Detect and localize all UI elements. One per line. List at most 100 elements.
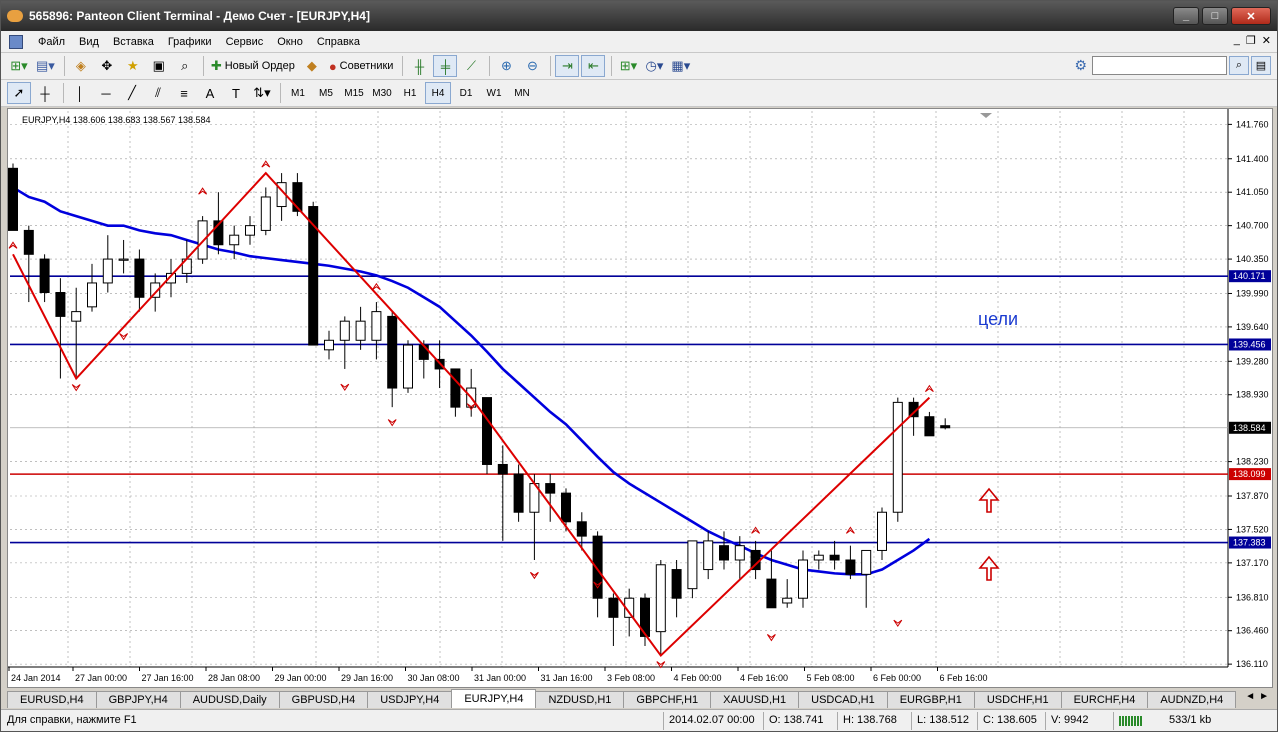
chart-tab[interactable]: AUDNZD,H4	[1147, 691, 1237, 708]
chart-tab[interactable]: EURUSD,H4	[7, 691, 97, 708]
chart-tab[interactable]: GBPJPY,H4	[95, 691, 181, 708]
chart-tab[interactable]: NZDUSD,H1	[535, 691, 625, 708]
candle-body	[371, 311, 382, 341]
tester-button[interactable]: ⌕	[173, 55, 197, 77]
chart-tab[interactable]: USDCHF,H1	[973, 691, 1062, 708]
text-tool[interactable]: A	[198, 82, 222, 104]
timeframe-m1[interactable]: M1	[285, 82, 311, 104]
chart-tab[interactable]: GBPUSD,H4	[278, 691, 369, 708]
timeframe-h4[interactable]: H4	[425, 82, 451, 104]
channel-tool[interactable]: ⫽	[146, 82, 170, 104]
candle-body	[387, 315, 398, 389]
candle	[245, 216, 255, 245]
label-tool[interactable]: T	[224, 82, 248, 104]
chart-tab[interactable]: EURJPY,H4	[451, 689, 537, 708]
chart-tab[interactable]: USDJPY,H4	[367, 691, 453, 708]
candle-body	[703, 540, 714, 571]
menu-tools[interactable]: Сервис	[219, 36, 271, 48]
chart-tab[interactable]: XAUUSD,H1	[710, 691, 800, 708]
zoom-in-icon: ⊕	[500, 58, 512, 73]
timeframe-m15[interactable]: M15	[341, 82, 367, 104]
tab-scroll-left-icon[interactable]: ◄	[1245, 691, 1255, 702]
tab-scroll-controls[interactable]: ◄ ►	[1245, 691, 1269, 702]
candle	[861, 549, 872, 608]
horizontal-line-tool[interactable]: ─	[94, 82, 118, 104]
menu-insert[interactable]: Вставка	[106, 36, 161, 48]
menu-help[interactable]: Справка	[310, 36, 367, 48]
timeframe-d1[interactable]: D1	[453, 82, 479, 104]
chart-window[interactable]: 141.760 141.400 141.050 140.700 140.350 139.9…	[7, 108, 1273, 688]
data-window-button[interactable]: ✥	[95, 55, 119, 77]
new-chart-button[interactable]: ⊞▾	[7, 55, 31, 77]
close-button[interactable]: ✕	[1231, 7, 1271, 25]
chart-tab[interactable]: GBPCHF,H1	[623, 691, 712, 708]
candle-body	[8, 167, 18, 231]
new-order-button[interactable]: ✚ Новый Ордер	[208, 55, 298, 77]
autoscroll-icon: ⇥	[561, 58, 573, 73]
maximize-button[interactable]: □	[1202, 7, 1228, 25]
status-help: Для справки, нажмите F1	[7, 714, 137, 726]
chart-tab[interactable]: EURCHF,H4	[1060, 691, 1149, 708]
timeframe-m5[interactable]: M5	[313, 82, 339, 104]
app-logo-icon	[7, 10, 23, 22]
gear-icon[interactable]: ⚙	[1074, 57, 1087, 74]
metaeditor-button[interactable]: ◆	[300, 55, 324, 77]
mailbox-button[interactable]: ▤	[1251, 56, 1271, 75]
bar-chart-button[interactable]: ╫	[407, 55, 431, 77]
status-high: H: 138.768	[843, 714, 897, 726]
chart-tab[interactable]: EURGBP,H1	[886, 691, 975, 708]
price-tick-label: 136.460	[1236, 626, 1269, 636]
market-watch-button[interactable]: ◈	[69, 55, 93, 77]
mdi-restore-button[interactable]: ❐	[1246, 34, 1256, 47]
chart-grid	[8, 109, 1229, 668]
chart-tab[interactable]: USDCAD,H1	[798, 691, 888, 708]
candle-chart-button[interactable]: ╪	[433, 55, 458, 77]
price-tick-label: 139.280	[1236, 356, 1269, 366]
mdi-close-button[interactable]: ✕	[1262, 34, 1271, 47]
menu-window[interactable]: Окно	[270, 36, 310, 48]
chart-shift-button[interactable]: ⇤	[581, 55, 606, 77]
crosshair-tool[interactable]: ┼	[33, 82, 57, 104]
search-button[interactable]: ⌕	[1229, 56, 1249, 75]
terminal-button[interactable]: ▣	[147, 55, 171, 77]
bar-chart-icon: ╫	[414, 58, 425, 74]
profiles-button[interactable]: ▤▾	[33, 55, 58, 77]
menu-bar: Файл Вид Вставка Графики Сервис Окно Спр…	[1, 31, 1277, 53]
price-axis: 141.760 141.400 141.050 140.700 140.350 139.9…	[1228, 119, 1271, 669]
vertical-line-tool[interactable]: │	[68, 82, 92, 104]
menu-view[interactable]: Вид	[72, 36, 106, 48]
periods-button[interactable]: ◷▾	[642, 55, 666, 77]
mdi-minimize-button[interactable]: _	[1234, 34, 1240, 47]
templates-button[interactable]: ▦▾	[668, 55, 693, 77]
time-tick-label: 29 Jan 16:00	[341, 673, 393, 683]
minimize-button[interactable]: _	[1173, 7, 1199, 25]
menu-file[interactable]: Файл	[31, 36, 72, 48]
shift-marker-icon	[980, 113, 992, 118]
chart-window-icon[interactable]	[9, 34, 23, 49]
chart-tab[interactable]: AUDUSD,Daily	[179, 691, 280, 708]
search-input[interactable]	[1092, 56, 1227, 75]
trendline-tool[interactable]: ╱	[120, 82, 144, 104]
arrows-tool[interactable]: ⇅▾	[250, 82, 274, 104]
fibo-tool[interactable]: ≡	[172, 82, 196, 104]
zoom-out-button[interactable]: ⊖	[520, 55, 544, 77]
chart-header: EURJPY,H4 138.606 138.683 138.567 138.58…	[22, 115, 211, 125]
line-chart-button[interactable]: ⟋	[459, 55, 483, 77]
zoom-in-button[interactable]: ⊕	[494, 55, 518, 77]
timeframe-h1[interactable]: H1	[397, 82, 423, 104]
toolbar-separator	[402, 56, 404, 76]
tab-scroll-right-icon[interactable]: ►	[1259, 691, 1269, 702]
navigator-button[interactable]: ★	[121, 55, 145, 77]
indicators-button[interactable]: ⊞▾	[616, 55, 640, 77]
timeframe-mn[interactable]: MN	[509, 82, 535, 104]
toolbar-separator	[63, 83, 64, 103]
candle	[39, 254, 50, 303]
advisors-button[interactable]: ● Советники	[326, 55, 397, 77]
timeframe-m30[interactable]: M30	[369, 82, 395, 104]
cursor-tool[interactable]: ➚	[7, 82, 31, 104]
menu-charts[interactable]: Графики	[161, 36, 219, 48]
fractal-arrow-icon	[371, 282, 381, 291]
timeframe-w1[interactable]: W1	[481, 82, 507, 104]
price-chart[interactable]: 141.760 141.400 141.050 140.700 140.350 139.9…	[8, 109, 1272, 687]
autoscroll-button[interactable]: ⇥	[555, 55, 580, 77]
